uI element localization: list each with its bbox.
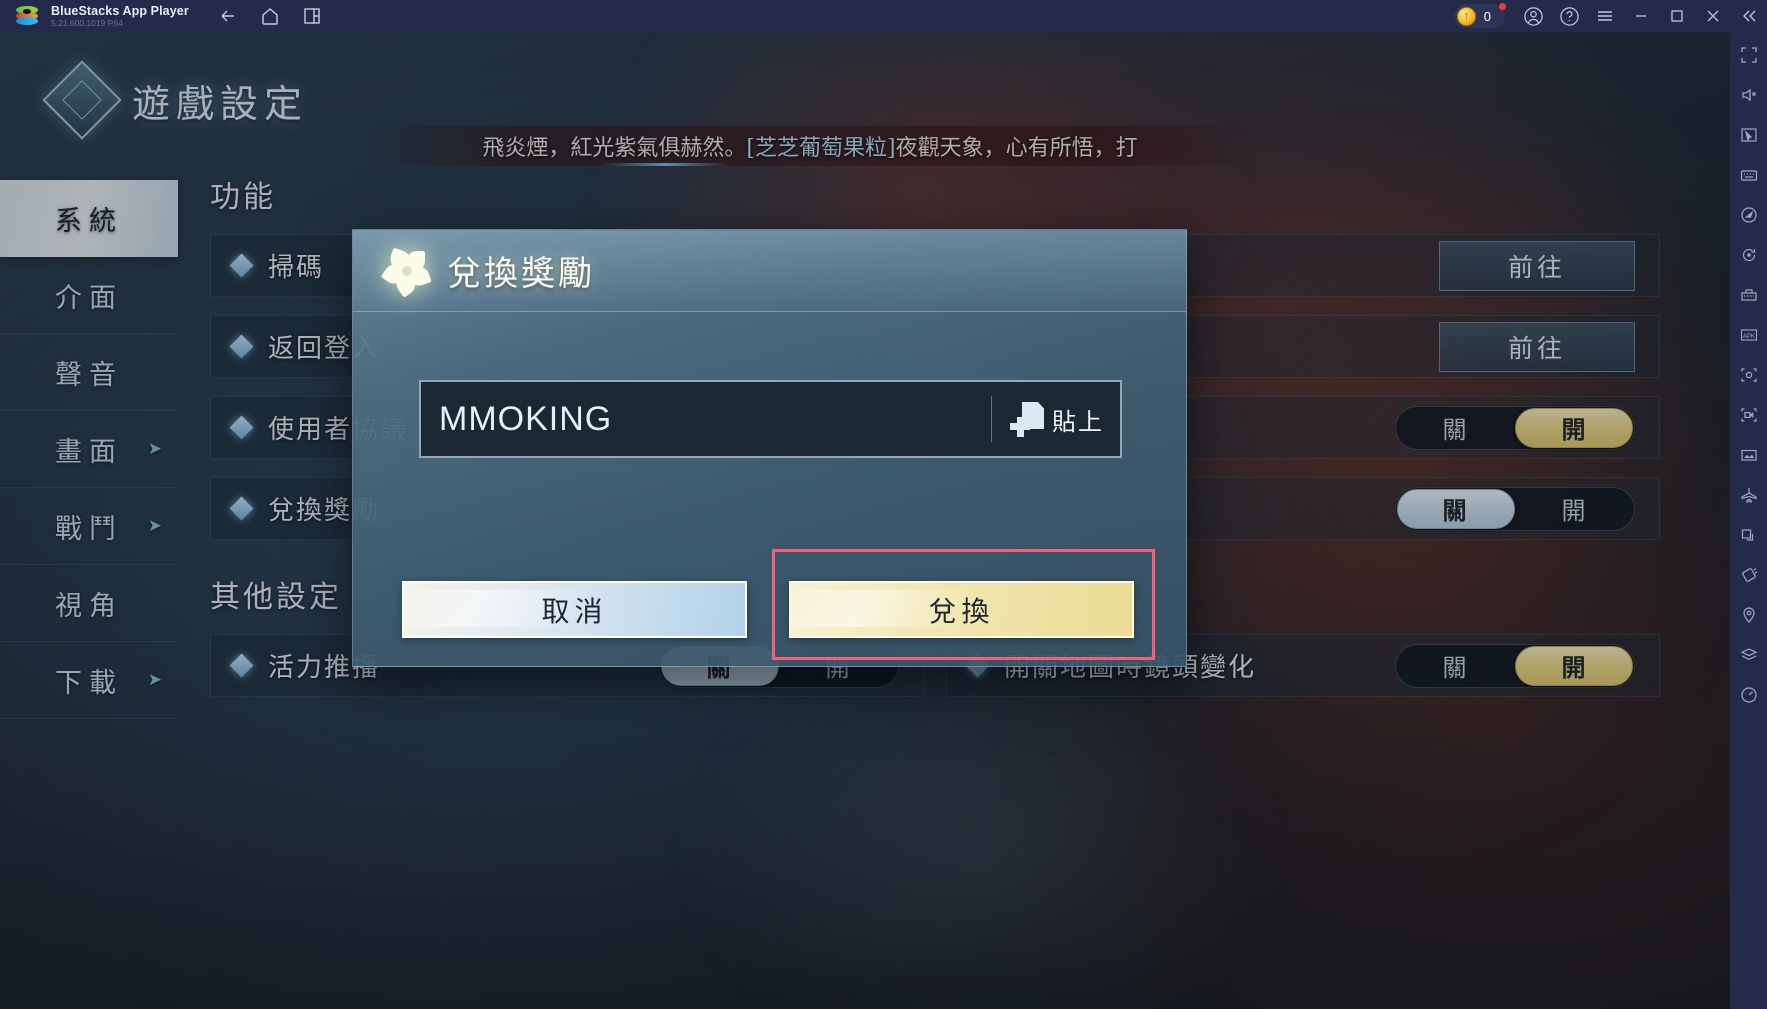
macro-icon[interactable] bbox=[1734, 280, 1764, 310]
bluestacks-tool-rail: APK bbox=[1730, 32, 1767, 1009]
back-icon[interactable] bbox=[217, 5, 239, 27]
dialog-actions: 取消 兌換 bbox=[353, 568, 1186, 658]
maximize-icon[interactable] bbox=[1659, 0, 1695, 32]
multi-instance-icon[interactable] bbox=[301, 5, 323, 27]
screenshot-icon[interactable] bbox=[1734, 360, 1764, 390]
speed-icon[interactable] bbox=[1734, 680, 1764, 710]
app-version: 5.21.600.1019 P64 bbox=[51, 17, 123, 28]
account-icon[interactable] bbox=[1515, 0, 1551, 32]
titlebar-nav bbox=[217, 5, 323, 27]
gamepad-icon[interactable] bbox=[1734, 200, 1764, 230]
redeem-reward-dialog: 兌換獎勵 MMOKING 貼上 取消 兌換 bbox=[352, 229, 1187, 667]
dialog-title: 兌換獎勵 bbox=[447, 254, 595, 294]
record-icon[interactable] bbox=[1734, 400, 1764, 430]
svg-text:APK: APK bbox=[1742, 334, 1754, 340]
cancel-button[interactable]: 取消 bbox=[402, 581, 747, 638]
notification-dot bbox=[1499, 3, 1506, 10]
keyboard-icon[interactable] bbox=[1734, 160, 1764, 190]
bluestacks-logo bbox=[14, 5, 40, 27]
redeem-button[interactable]: 兌換 bbox=[789, 581, 1134, 638]
fullscreen-icon[interactable] bbox=[1734, 40, 1764, 70]
collapse-icon[interactable] bbox=[1731, 0, 1767, 32]
minimize-icon[interactable] bbox=[1623, 0, 1659, 32]
dialog-header: 兌換獎勵 bbox=[353, 230, 1186, 312]
redeem-button-label: 兌換 bbox=[928, 594, 995, 628]
coin-count: 0 bbox=[1483, 8, 1491, 24]
coin-icon: ↑ bbox=[1456, 6, 1476, 26]
rotate-icon[interactable] bbox=[1734, 240, 1764, 270]
media-manager-icon[interactable] bbox=[1734, 440, 1764, 470]
location-icon[interactable] bbox=[1734, 600, 1764, 630]
coin-balance[interactable]: ↑ 0 bbox=[1453, 3, 1506, 28]
titlebar-right: ↑ 0 bbox=[1453, 0, 1767, 32]
multi-window-icon[interactable] bbox=[1734, 520, 1764, 550]
app-title: BlueStacks App Player bbox=[51, 3, 189, 18]
bluestacks-titlebar: BlueStacks App Player 5.21.600.1019 P64 … bbox=[0, 0, 1767, 32]
help-icon[interactable] bbox=[1551, 0, 1587, 32]
app-identity: BlueStacks App Player 5.21.600.1019 P64 bbox=[51, 4, 189, 29]
pinwheel-icon bbox=[380, 245, 433, 298]
menu-icon[interactable] bbox=[1587, 0, 1623, 32]
shake-icon[interactable] bbox=[1734, 560, 1764, 590]
redeem-code-input[interactable]: MMOKING 貼上 bbox=[419, 380, 1122, 458]
home-icon[interactable] bbox=[259, 5, 281, 27]
cursor-icon[interactable] bbox=[1734, 120, 1764, 150]
game-viewport: 遊戲設定 飛炎煙，紅光紫氣俱赫然。 [芝芝葡萄果粒] 夜觀天象，心有所悟，打 系統 … bbox=[0, 32, 1730, 1009]
layers-icon[interactable] bbox=[1734, 640, 1764, 670]
close-icon[interactable] bbox=[1695, 0, 1731, 32]
apk-icon[interactable]: APK bbox=[1734, 320, 1764, 350]
redeem-code-value: MMOKING bbox=[439, 399, 613, 438]
paste-button-label: 貼上 bbox=[1052, 407, 1104, 436]
paste-button[interactable]: 貼上 bbox=[991, 396, 1104, 442]
divider bbox=[991, 396, 992, 442]
mute-icon[interactable] bbox=[1734, 80, 1764, 110]
cancel-button-label: 取消 bbox=[541, 594, 608, 628]
airplane-icon[interactable] bbox=[1734, 480, 1764, 510]
paste-icon bbox=[1010, 402, 1044, 437]
